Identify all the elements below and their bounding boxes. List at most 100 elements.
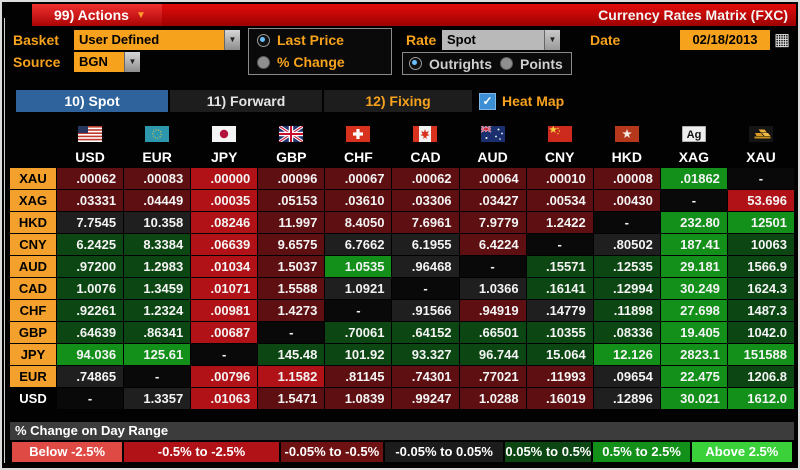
matrix-cell-hkd-chf[interactable]: 8.4050 xyxy=(325,212,392,233)
matrix-cell-eur-cad[interactable]: .74301 xyxy=(392,366,459,387)
matrix-cell-xag-usd[interactable]: .03331 xyxy=(57,190,124,211)
matrix-cell-gbp-cad[interactable]: .64152 xyxy=(392,322,459,343)
matrix-cell-eur-aud[interactable]: .77021 xyxy=(459,366,526,387)
row-label-xag[interactable]: XAG xyxy=(10,190,56,211)
outrights-radio[interactable]: Outrights xyxy=(403,53,496,74)
matrix-cell-hkd-usd[interactable]: 7.7545 xyxy=(57,212,124,233)
matrix-cell-gbp-eur[interactable]: .86341 xyxy=(124,322,191,343)
col-header-gbp[interactable]: GBP xyxy=(258,147,324,167)
matrix-cell-cny-xag[interactable]: 187.41 xyxy=(660,234,727,255)
matrix-cell-aud-hkd[interactable]: .12535 xyxy=(593,256,660,277)
matrix-cell-jpy-usd[interactable]: 94.036 xyxy=(57,344,124,365)
matrix-cell-cad-usd[interactable]: 1.0076 xyxy=(57,278,124,299)
row-label-jpy[interactable]: JPY xyxy=(10,344,56,365)
matrix-cell-usd-gbp[interactable]: 1.5471 xyxy=(258,388,325,409)
col-header-cny[interactable]: CNY xyxy=(527,147,593,167)
matrix-cell-cad-chf[interactable]: 1.0921 xyxy=(325,278,392,299)
matrix-cell-xag-eur[interactable]: .04449 xyxy=(124,190,191,211)
row-label-cny[interactable]: CNY xyxy=(10,234,56,255)
matrix-cell-hkd-eur[interactable]: 10.358 xyxy=(124,212,191,233)
matrix-cell-gbp-xag[interactable]: 19.405 xyxy=(660,322,727,343)
row-label-usd[interactable]: USD xyxy=(10,388,56,409)
col-header-xau[interactable]: XAU xyxy=(728,147,794,167)
matrix-cell-xag-hkd[interactable]: .00430 xyxy=(593,190,660,211)
basket-dropdown-arrow-icon[interactable]: ▼ xyxy=(224,30,240,50)
matrix-cell-chf-aud[interactable]: .94919 xyxy=(459,300,526,321)
matrix-cell-xag-xag[interactable]: - xyxy=(660,190,727,211)
matrix-cell-eur-xag[interactable]: 22.475 xyxy=(660,366,727,387)
matrix-cell-chf-cad[interactable]: .91566 xyxy=(392,300,459,321)
row-label-chf[interactable]: CHF xyxy=(10,300,56,321)
matrix-cell-usd-usd[interactable]: - xyxy=(57,388,124,409)
matrix-cell-cad-xag[interactable]: 30.249 xyxy=(660,278,727,299)
matrix-cell-usd-hkd[interactable]: .12896 xyxy=(593,388,660,409)
matrix-cell-usd-xau[interactable]: 1612.0 xyxy=(727,388,794,409)
source-dropdown-arrow-icon[interactable]: ▼ xyxy=(124,52,140,72)
matrix-cell-xag-gbp[interactable]: .05153 xyxy=(258,190,325,211)
col-header-hkd[interactable]: HKD xyxy=(594,147,660,167)
date-field[interactable]: 02/18/2013 xyxy=(680,30,770,50)
matrix-cell-xau-xau[interactable]: - xyxy=(727,168,794,189)
matrix-cell-cad-jpy[interactable]: .01071 xyxy=(191,278,258,299)
matrix-cell-aud-usd[interactable]: .97200 xyxy=(57,256,124,277)
matrix-cell-cny-eur[interactable]: 8.3384 xyxy=(124,234,191,255)
matrix-cell-aud-jpy[interactable]: .01034 xyxy=(191,256,258,277)
matrix-cell-jpy-xag[interactable]: 2823.1 xyxy=(660,344,727,365)
matrix-cell-hkd-xau[interactable]: 12501 xyxy=(727,212,794,233)
pct-change-radio[interactable]: % Change xyxy=(249,51,391,73)
matrix-cell-cny-cad[interactable]: 6.1955 xyxy=(392,234,459,255)
matrix-cell-cad-eur[interactable]: 1.3459 xyxy=(124,278,191,299)
matrix-cell-cny-jpy[interactable]: .06639 xyxy=(191,234,258,255)
basket-select[interactable]: User Defined xyxy=(74,30,229,50)
col-header-aud[interactable]: AUD xyxy=(460,147,526,167)
matrix-cell-jpy-chf[interactable]: 101.92 xyxy=(325,344,392,365)
matrix-cell-jpy-gbp[interactable]: 145.48 xyxy=(258,344,325,365)
matrix-cell-xag-aud[interactable]: .03427 xyxy=(459,190,526,211)
matrix-cell-chf-chf[interactable]: - xyxy=(325,300,392,321)
matrix-cell-xag-chf[interactable]: .03610 xyxy=(325,190,392,211)
matrix-cell-xau-chf[interactable]: .00067 xyxy=(325,168,392,189)
matrix-cell-cad-gbp[interactable]: 1.5588 xyxy=(258,278,325,299)
matrix-cell-usd-chf[interactable]: 1.0839 xyxy=(325,388,392,409)
rate-dropdown-arrow-icon[interactable]: ▼ xyxy=(544,30,560,50)
heat-map-checkbox[interactable]: ✓ xyxy=(479,93,496,110)
matrix-cell-xau-jpy[interactable]: .00000 xyxy=(191,168,258,189)
matrix-cell-aud-xau[interactable]: 1566.9 xyxy=(727,256,794,277)
matrix-cell-gbp-jpy[interactable]: .00687 xyxy=(191,322,258,343)
matrix-cell-jpy-aud[interactable]: 96.744 xyxy=(459,344,526,365)
matrix-cell-usd-xag[interactable]: 30.021 xyxy=(660,388,727,409)
row-label-cad[interactable]: CAD xyxy=(10,278,56,299)
col-header-usd[interactable]: USD xyxy=(57,147,123,167)
matrix-cell-jpy-cny[interactable]: 15.064 xyxy=(526,344,593,365)
rate-select[interactable]: Spot xyxy=(442,30,549,50)
matrix-cell-hkd-cny[interactable]: 1.2422 xyxy=(526,212,593,233)
matrix-cell-xau-eur[interactable]: .00083 xyxy=(124,168,191,189)
matrix-cell-eur-xau[interactable]: 1206.8 xyxy=(727,366,794,387)
matrix-cell-xau-aud[interactable]: .00064 xyxy=(459,168,526,189)
matrix-cell-cad-cny[interactable]: .16141 xyxy=(526,278,593,299)
matrix-cell-chf-eur[interactable]: 1.2324 xyxy=(124,300,191,321)
actions-menu-button[interactable]: 99) Actions ▼ xyxy=(32,4,162,26)
matrix-cell-aud-xag[interactable]: 29.181 xyxy=(660,256,727,277)
matrix-cell-jpy-eur[interactable]: 125.61 xyxy=(124,344,191,365)
matrix-cell-hkd-xag[interactable]: 232.80 xyxy=(660,212,727,233)
matrix-cell-eur-jpy[interactable]: .00796 xyxy=(191,366,258,387)
matrix-cell-chf-usd[interactable]: .92261 xyxy=(57,300,124,321)
matrix-cell-jpy-hkd[interactable]: 12.126 xyxy=(593,344,660,365)
matrix-cell-aud-cny[interactable]: .15571 xyxy=(526,256,593,277)
matrix-cell-eur-gbp[interactable]: 1.1582 xyxy=(258,366,325,387)
matrix-cell-chf-cny[interactable]: .14779 xyxy=(526,300,593,321)
matrix-cell-usd-cny[interactable]: .16019 xyxy=(526,388,593,409)
matrix-cell-eur-chf[interactable]: .81145 xyxy=(325,366,392,387)
matrix-cell-cny-xau[interactable]: 10063 xyxy=(727,234,794,255)
matrix-cell-hkd-hkd[interactable]: - xyxy=(593,212,660,233)
matrix-cell-aud-cad[interactable]: .96468 xyxy=(392,256,459,277)
matrix-cell-gbp-hkd[interactable]: .08336 xyxy=(593,322,660,343)
matrix-cell-chf-hkd[interactable]: .11898 xyxy=(593,300,660,321)
matrix-cell-usd-aud[interactable]: 1.0288 xyxy=(459,388,526,409)
row-label-xau[interactable]: XAU xyxy=(10,168,56,189)
matrix-cell-xau-cny[interactable]: .00010 xyxy=(526,168,593,189)
matrix-cell-chf-gbp[interactable]: 1.4273 xyxy=(258,300,325,321)
matrix-cell-hkd-cad[interactable]: 7.6961 xyxy=(392,212,459,233)
matrix-cell-xag-cny[interactable]: .00534 xyxy=(526,190,593,211)
